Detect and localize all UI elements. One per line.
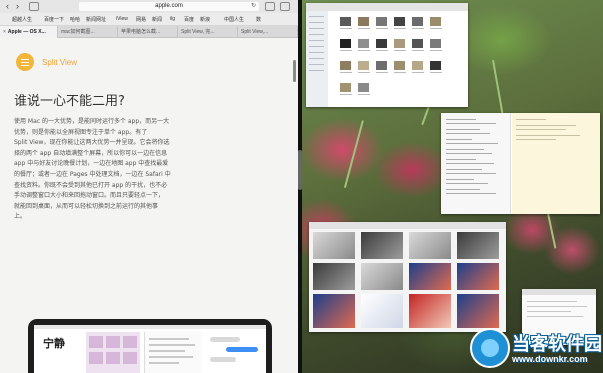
paragraph-line: app 中与好友讨论晚餐计划，一边在地图 app 中查找最爱 [14, 160, 169, 168]
notes-window[interactable] [441, 113, 600, 214]
tab-label: Split View,... [241, 29, 269, 35]
notes-list [441, 113, 511, 214]
favorite-item[interactable]: ilg [170, 16, 175, 22]
photos-window[interactable] [309, 222, 506, 332]
photo-thumbnail[interactable] [409, 294, 451, 328]
favorites-bar: 超越人生 百度一下 哈哈 新闻网址 iView 网易 新闻 ilg 百度 新浪 … [0, 13, 298, 26]
desktop-wallpaper [302, 0, 603, 373]
feature-description: 使用 Mac 的一大优势，是能同时运行多个 app，而另一大 优势，则是你能以全… [14, 117, 190, 223]
finder-window[interactable] [306, 3, 468, 107]
feature-title: Split View [42, 58, 77, 67]
watermark-url: www.downkr.com [512, 354, 588, 364]
back-icon[interactable]: ‹ [6, 2, 9, 11]
photo-thumbnail[interactable] [409, 263, 451, 290]
macbook-screen: 宁静 [34, 325, 266, 373]
tab-apple[interactable]: × Apple — OS X... [0, 26, 58, 38]
paragraph-line: 就能回到桌面，从而可以轻松切换到之前运行的其他事 [14, 202, 159, 210]
tab-screenshot-2[interactable]: 苹果电脑怎么截... [118, 26, 178, 38]
split-view-icon [16, 53, 34, 71]
photo-thumbnail[interactable] [409, 232, 451, 259]
photo-thumbnail[interactable] [457, 232, 499, 259]
favorite-item[interactable]: 数 [256, 16, 261, 23]
tab-label: Apple — OS X... [7, 29, 46, 35]
favorite-item[interactable]: 网易 [136, 16, 146, 23]
flower-stem [343, 120, 364, 189]
favorite-item[interactable]: 哈哈 [70, 16, 80, 23]
favorite-item[interactable]: 新闻 [152, 16, 162, 23]
message-bubble [210, 337, 240, 342]
tab-split-view-2[interactable]: Split View,... [238, 26, 298, 38]
tab-split-view[interactable]: Split View, 完... [178, 26, 238, 38]
macbook-illustration: 宁静 [28, 319, 272, 373]
paragraph-line: Split View，现在你能让这两大优势一并呈现。它会将你选 [14, 139, 170, 147]
favorite-item[interactable]: 新浪 [200, 16, 210, 23]
address-bar[interactable]: apple.com ↻ [79, 2, 259, 11]
tab-bar: × Apple — OS X... mac如何截图... 苹果电脑怎么截... S… [0, 26, 298, 38]
photo-thumbnail[interactable] [313, 294, 355, 328]
paragraph-line: 手动调整窗口大小和来回拖动窗口。而且只要轻点一下， [14, 192, 165, 200]
safari-window: ‹ › apple.com ↻ 超越人生 百度一下 哈哈 新闻网址 iView … [0, 0, 298, 373]
favorite-item[interactable]: 超越人生 [12, 16, 32, 23]
paragraph-line: 上。 [14, 213, 27, 221]
favorite-item[interactable]: iView [116, 16, 128, 22]
tabs-overview-icon[interactable] [280, 2, 290, 11]
paragraph-line: 查找资料。你既不会受到其他已打开 app 的干扰，也不必 [14, 181, 168, 189]
forward-icon[interactable]: › [16, 2, 19, 11]
sidebar-icon[interactable] [29, 2, 39, 11]
photo-thumbnail[interactable] [457, 263, 499, 290]
favorite-item[interactable]: 百度一下 [44, 16, 64, 23]
tab-screenshot[interactable]: mac如何截图... [58, 26, 118, 38]
message-bubble [210, 357, 236, 362]
message-bubble [226, 347, 258, 352]
paragraph-line: 使用 Mac 的一大优势，是能同时运行多个 app，而另一大 [14, 118, 170, 125]
finder-sidebar [306, 11, 328, 107]
address-text: apple.com [155, 3, 183, 9]
photo-thumbnail[interactable] [361, 294, 403, 328]
paragraph-line: 的餐厅；或者一边在 Pages 中处理文档，一边在 Safari 中 [14, 170, 171, 178]
photo-thumbnail[interactable] [313, 263, 355, 290]
photo-thumbnail[interactable] [313, 232, 355, 259]
watermark-brand: 当客软件园 [512, 334, 602, 355]
laptop-screen-text: 宁静 [43, 337, 65, 350]
paragraph-line: 优势，则是你能以全屏视图专注于单个 app。有了 [14, 128, 148, 136]
share-icon[interactable] [265, 2, 275, 11]
watermark-logo [470, 328, 510, 368]
favorite-item[interactable]: 新闻网址 [86, 16, 106, 23]
mail-preview [144, 332, 202, 373]
scrollbar[interactable] [293, 60, 296, 82]
tab-label: Split View, 完... [181, 29, 215, 35]
favorite-item[interactable]: 百度 [184, 16, 194, 23]
note-body [512, 113, 600, 214]
tab-label: 苹果电脑怎么截... [121, 29, 161, 35]
photos-preview [86, 332, 140, 373]
photo-thumbnail[interactable] [457, 294, 499, 328]
close-tab-icon[interactable]: × [3, 29, 6, 35]
photo-thumbnail[interactable] [361, 263, 403, 290]
photo-thumbnail[interactable] [361, 232, 403, 259]
page-heading: 谁说一心不能二用? [14, 94, 125, 109]
favorite-item[interactable]: 中国人生 [224, 16, 244, 23]
safari-toolbar: ‹ › apple.com ↻ [0, 0, 298, 13]
paragraph-line: 择的两个 app 自动填满整个屏幕，所以你可以一边在信息 [14, 149, 168, 157]
reload-icon[interactable]: ↻ [251, 2, 256, 11]
tab-label: mac如何截图... [61, 29, 95, 35]
